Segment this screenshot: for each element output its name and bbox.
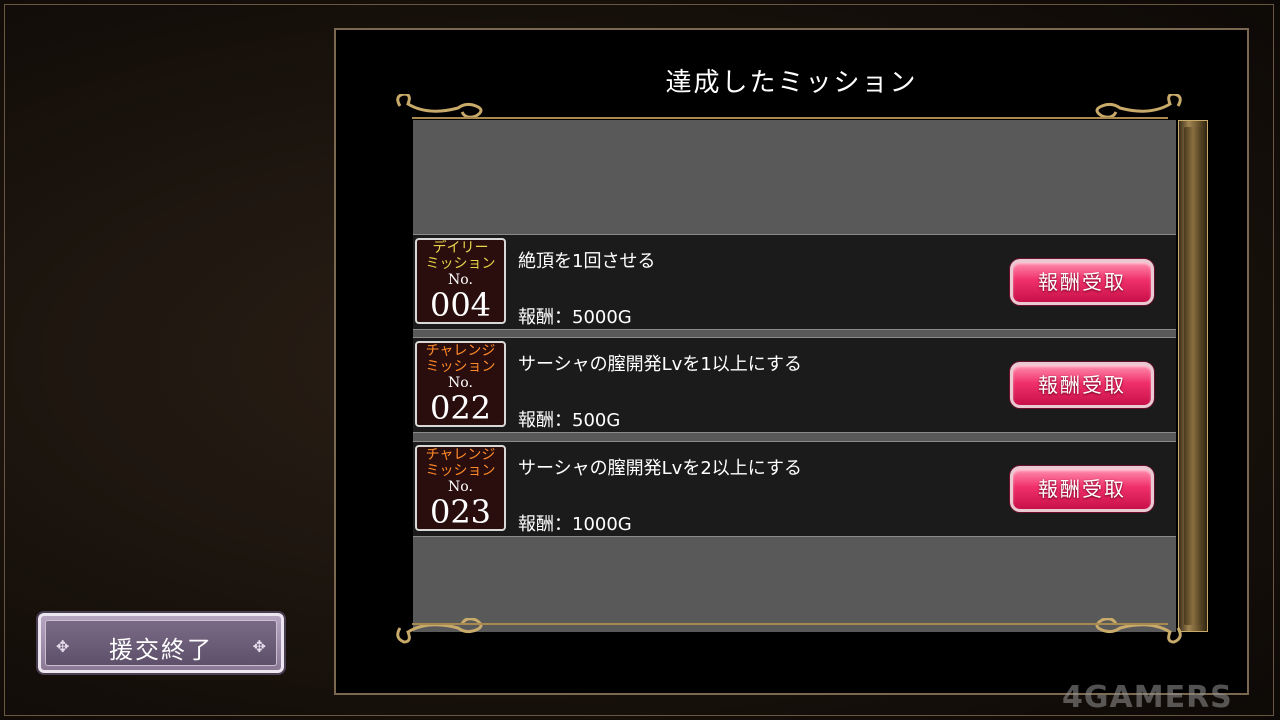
badge-number: 004 xyxy=(429,286,492,324)
badge-type: ミッション xyxy=(425,256,496,272)
scrollbar-thumb[interactable] xyxy=(1184,127,1202,625)
claim-reward-button[interactable]: 報酬受取 xyxy=(1010,362,1154,408)
mission-badge: チャレンジ ミッション No. 022 xyxy=(415,341,506,427)
end-button-label: 援交終了 xyxy=(109,636,213,664)
watermark: 4GAMERS xyxy=(1062,680,1233,715)
badge-type: チャレンジ xyxy=(425,343,496,359)
claim-reward-button[interactable]: 報酬受取 xyxy=(1010,466,1154,512)
badge-number: 023 xyxy=(429,493,492,531)
claim-reward-button[interactable]: 報酬受取 xyxy=(1010,259,1154,305)
mission-badge: デイリー ミッション No. 004 xyxy=(415,238,506,324)
mission-row: チャレンジ ミッション No. 023 サーシャの膣開発Lvを2以上にする 報酬… xyxy=(413,441,1176,537)
badge-number: 022 xyxy=(429,389,492,427)
top-flourish-ornament xyxy=(396,94,1182,119)
mission-row: チャレンジ ミッション No. 022 サーシャの膣開発Lvを1以上にする 報酬… xyxy=(413,337,1176,433)
mission-description: サーシャの膣開発Lvを1以上にする xyxy=(518,354,802,375)
diamond-ornament-icon: ✥ xyxy=(252,637,266,656)
mission-reward: 報酬：5000G xyxy=(518,307,632,328)
end-button-face: ✥ 援交終了 ✥ xyxy=(45,620,277,666)
end-session-button[interactable]: ✥ 援交終了 ✥ xyxy=(38,613,284,673)
badge-type: チャレンジ xyxy=(425,447,496,463)
badge-type: ミッション xyxy=(425,359,496,375)
mission-reward: 報酬：1000G xyxy=(518,514,632,535)
mission-row: デイリー ミッション No. 004 絶頂を1回させる 報酬：5000G 報酬受… xyxy=(413,234,1176,330)
mission-reward: 報酬：500G xyxy=(518,410,621,431)
mission-description: 絶頂を1回させる xyxy=(518,251,656,272)
bottom-flourish-ornament xyxy=(396,618,1182,644)
badge-type: デイリー xyxy=(432,240,489,256)
badge-type: ミッション xyxy=(425,463,496,479)
mission-description: サーシャの膣開発Lvを2以上にする xyxy=(518,458,802,479)
scrollbar[interactable] xyxy=(1178,120,1208,632)
mission-badge: チャレンジ ミッション No. 023 xyxy=(415,445,506,531)
